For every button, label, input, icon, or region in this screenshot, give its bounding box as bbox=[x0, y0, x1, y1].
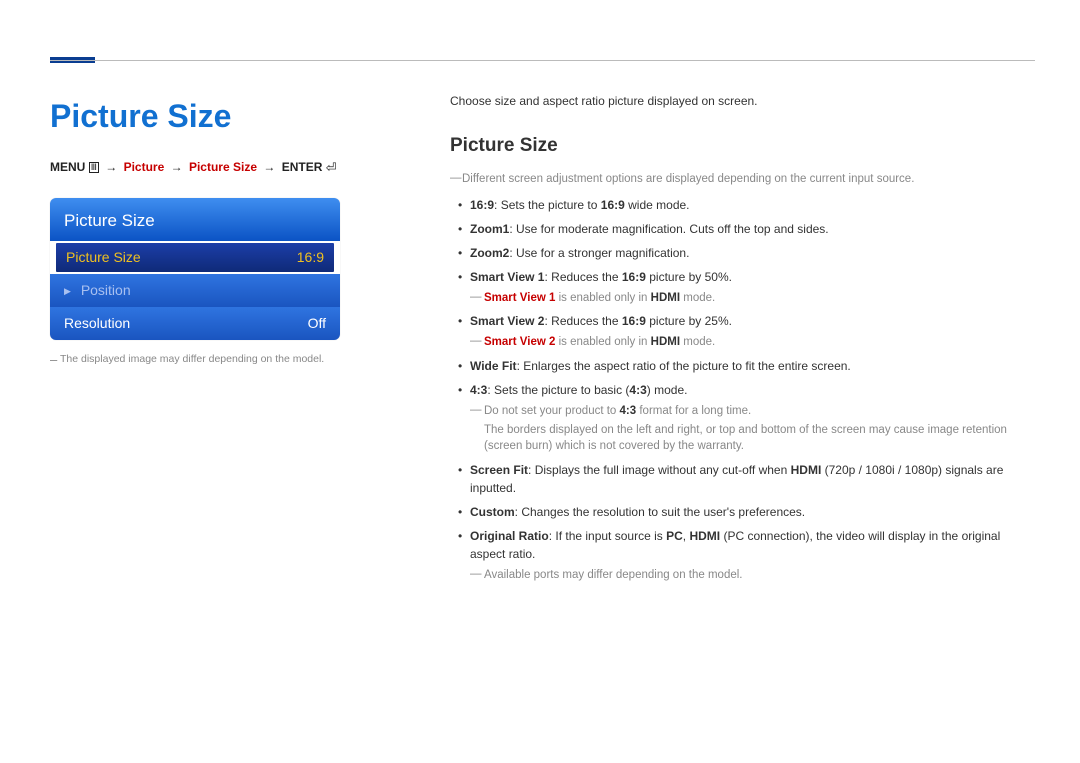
option-desc: : If the input source is bbox=[549, 529, 666, 543]
section-top-note: Different screen adjustment options are … bbox=[450, 171, 1035, 188]
option-source-hdmi: HDMI bbox=[689, 529, 720, 543]
enter-icon: ⏎ bbox=[326, 158, 337, 178]
option-desc: : Enlarges the aspect ratio of the pictu… bbox=[517, 359, 851, 373]
osd-row-picture-size: Picture Size 16:9 bbox=[54, 241, 336, 274]
option-4-3: 4:3: Sets the picture to basic (4:3) mod… bbox=[450, 381, 1035, 455]
option-subnote: Smart View 2 is enabled only in HDMI mod… bbox=[470, 334, 1035, 351]
option-subnote: Smart View 1 is enabled only in HDMI mod… bbox=[470, 290, 1035, 307]
option-smart-view-2: Smart View 2: Reduces the 16:9 picture b… bbox=[450, 312, 1035, 351]
warning-value: 4:3 bbox=[620, 405, 637, 417]
option-desc: : Reduces the bbox=[544, 314, 621, 328]
subnote-text: mode. bbox=[680, 292, 715, 304]
right-column: Choose size and aspect ratio picture dis… bbox=[450, 92, 1035, 590]
subnote-mode: HDMI bbox=[651, 336, 680, 348]
option-mode: HDMI bbox=[791, 463, 822, 477]
option-desc: : Sets the picture to bbox=[494, 198, 601, 212]
osd-menu-mockup: Picture Size Picture Size 16:9 ▶ Positio… bbox=[50, 198, 340, 341]
osd-row-label: Picture Size bbox=[66, 247, 141, 268]
option-desc: wide mode. bbox=[625, 198, 690, 212]
option-value: 16:9 bbox=[601, 198, 625, 212]
warning-text: Do not set your product to bbox=[484, 405, 620, 417]
option-zoom2: Zoom2: Use for a stronger magnification. bbox=[450, 244, 1035, 262]
section-title: Picture Size bbox=[450, 132, 1035, 161]
subnote-text: is enabled only in bbox=[555, 336, 650, 348]
option-value: 16:9 bbox=[622, 270, 646, 284]
menu-grid-icon: Ⅲ bbox=[89, 162, 99, 173]
option-name: Smart View 1 bbox=[470, 270, 544, 284]
option-wide-fit: Wide Fit: Enlarges the aspect ratio of t… bbox=[450, 357, 1035, 375]
breadcrumb-picture: Picture bbox=[124, 160, 165, 174]
option-desc: picture by 50%. bbox=[646, 270, 732, 284]
option-value: 4:3 bbox=[629, 383, 646, 397]
option-custom: Custom: Changes the resolution to suit t… bbox=[450, 503, 1035, 521]
option-name: 4:3 bbox=[470, 383, 487, 397]
option-subnote: Available ports may differ depending on … bbox=[470, 567, 1035, 584]
option-name: Zoom2 bbox=[470, 246, 509, 260]
option-original-ratio: Original Ratio: If the input source is P… bbox=[450, 527, 1035, 584]
option-desc: : Displays the full image without any cu… bbox=[528, 463, 791, 477]
option-value: 16:9 bbox=[622, 314, 646, 328]
breadcrumb-picture-size: Picture Size bbox=[189, 160, 257, 174]
options-list: 16:9: Sets the picture to 16:9 wide mode… bbox=[450, 196, 1035, 584]
option-desc: : Sets the picture to basic ( bbox=[487, 383, 629, 397]
subnote-term: Smart View 1 bbox=[484, 292, 555, 304]
intro-text: Choose size and aspect ratio picture dis… bbox=[450, 92, 1035, 110]
subnote-text: mode. bbox=[680, 336, 715, 348]
warning-text: format for a long time. bbox=[636, 405, 751, 417]
breadcrumb: MENU Ⅲ → Picture → Picture Size → ENTER … bbox=[50, 158, 410, 178]
option-name: Zoom1 bbox=[470, 222, 509, 236]
option-desc: ) mode. bbox=[647, 383, 688, 397]
subnote-term: Smart View 2 bbox=[484, 336, 555, 348]
option-desc: : Use for moderate magnification. Cuts o… bbox=[509, 222, 828, 236]
option-smart-view-1: Smart View 1: Reduces the 16:9 picture b… bbox=[450, 268, 1035, 307]
option-desc: : Use for a stronger magnification. bbox=[509, 246, 689, 260]
option-name: Wide Fit bbox=[470, 359, 517, 373]
osd-row-label: Resolution bbox=[64, 313, 130, 334]
left-column: Picture Size MENU Ⅲ → Picture → Picture … bbox=[50, 92, 410, 590]
breadcrumb-arrow: → bbox=[168, 160, 186, 174]
option-16-9: 16:9: Sets the picture to 16:9 wide mode… bbox=[450, 196, 1035, 214]
option-name: Smart View 2 bbox=[470, 314, 544, 328]
option-name: Custom bbox=[470, 505, 515, 519]
osd-row-position: ▶ Position bbox=[50, 274, 340, 307]
option-desc: picture by 25%. bbox=[646, 314, 732, 328]
subnote-mode: HDMI bbox=[651, 292, 680, 304]
option-warning-body: The borders displayed on the left and ri… bbox=[470, 422, 1035, 455]
osd-row-label: Position bbox=[81, 282, 131, 298]
breadcrumb-arrow: → bbox=[260, 160, 278, 174]
osd-row-value: 16:9 bbox=[297, 247, 324, 268]
option-warning: Do not set your product to 4:3 format fo… bbox=[470, 403, 1035, 420]
option-zoom1: Zoom1: Use for moderate magnification. C… bbox=[450, 220, 1035, 238]
option-name: Original Ratio bbox=[470, 529, 549, 543]
osd-row-resolution: Resolution Off bbox=[50, 307, 340, 340]
option-desc: : Changes the resolution to suit the use… bbox=[515, 505, 805, 519]
option-screen-fit: Screen Fit: Displays the full image with… bbox=[450, 461, 1035, 497]
osd-title: Picture Size bbox=[50, 198, 340, 242]
page-title: Picture Size bbox=[50, 92, 410, 140]
header-divider bbox=[50, 60, 1035, 61]
option-desc: : Reduces the bbox=[544, 270, 621, 284]
osd-row-value: Off bbox=[308, 313, 326, 334]
triangle-right-icon: ▶ bbox=[64, 285, 71, 299]
breadcrumb-arrow: → bbox=[102, 160, 120, 174]
subnote-text: is enabled only in bbox=[555, 292, 650, 304]
option-name: 16:9 bbox=[470, 198, 494, 212]
option-source-pc: PC bbox=[666, 529, 683, 543]
option-name: Screen Fit bbox=[470, 463, 528, 477]
breadcrumb-menu: MENU bbox=[50, 160, 85, 174]
image-disclaimer: The displayed image may differ depending… bbox=[50, 352, 410, 368]
breadcrumb-enter: ENTER bbox=[282, 160, 323, 174]
